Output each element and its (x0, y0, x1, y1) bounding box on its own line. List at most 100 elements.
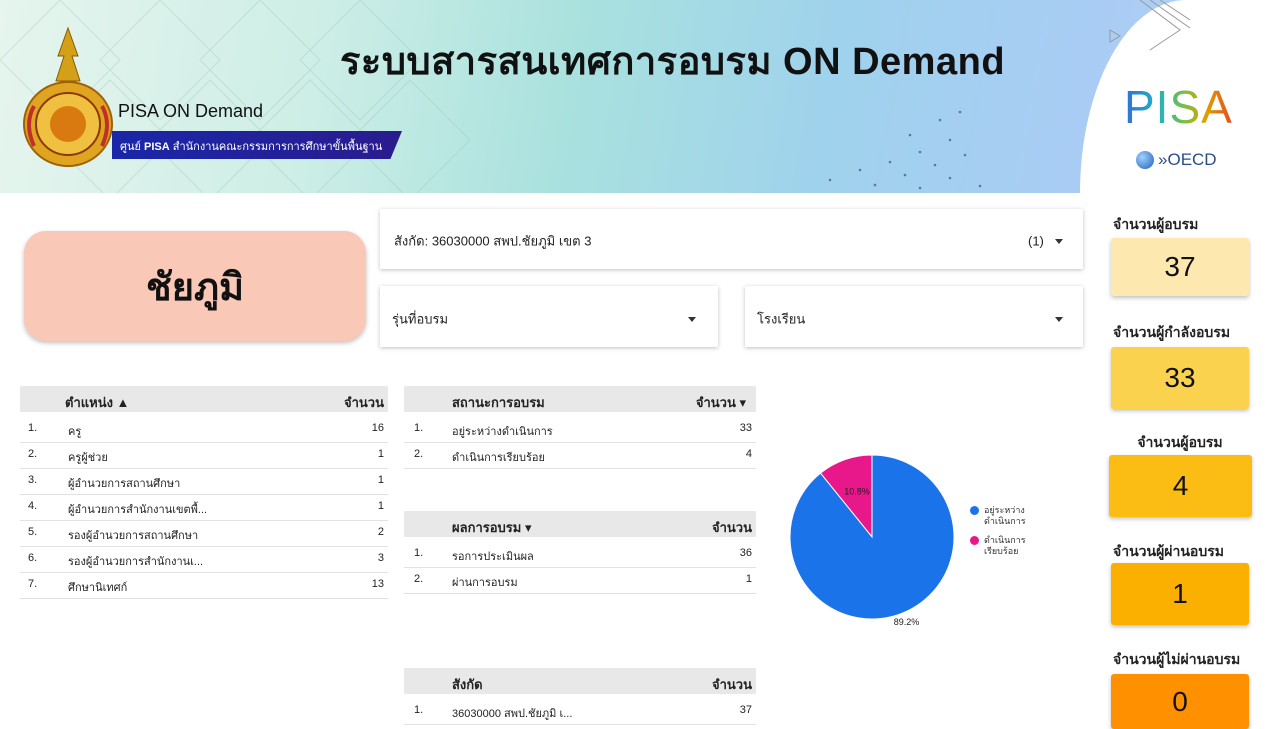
row-label: 36030000 สพป.ชัยภูมิ เ... (452, 708, 573, 720)
row-number: 1. (414, 422, 424, 434)
kpi-label: จำนวนผู้กำลังอบรม (1113, 324, 1231, 340)
legend-item[interactable]: ดำเนินการ เรียบร้อย (970, 535, 1060, 565)
table-row[interactable]: 1. ครู 16 (20, 416, 388, 443)
column-header-count[interactable]: จำนวน (344, 392, 384, 413)
row-label: ครูผู้ช่วย (68, 452, 108, 464)
brand-subtitle-prefix: ศูนย์ (120, 141, 141, 153)
column-header-count[interactable]: จำนวน ▾ (696, 392, 746, 413)
row-count: 1 (377, 474, 384, 486)
row-label: รอการประเมินผล (452, 551, 534, 563)
affiliation-table-header: สังกัด จำนวน (404, 668, 756, 694)
table-row[interactable]: 3. ผู้อำนวยการสถานศึกษา 1 (20, 468, 388, 495)
obec-emblem-logo (23, 26, 113, 167)
row-label: ผู้อำนวยการสำนักงานเขตพื้... (68, 504, 208, 516)
row-count: 1 (377, 448, 384, 460)
school-filter-label: โรงเรียน (757, 311, 806, 327)
row-number: 5. (28, 526, 38, 538)
row-count: 13 (371, 578, 384, 590)
training-status-pie-chart: 10.8% 89.2% (789, 454, 955, 627)
brand-name: PISA ON Demand (118, 101, 264, 121)
legend-label: ดำเนินการ เรียบร้อย (984, 535, 1026, 556)
school-filter[interactable]: โรงเรียน (745, 286, 1083, 347)
row-count: 37 (739, 704, 752, 716)
kpi-value: 33 (1111, 347, 1249, 409)
header-banner: ระบบสารสนเทศการอบรม ON Demand PISA ON De… (0, 0, 1272, 193)
affiliation-filter[interactable]: สังกัด: 36030000 สพป.ชัยภูมิ เขต 3 (1) (380, 209, 1083, 269)
chevron-down-icon (1055, 239, 1063, 244)
province-card: ชัยภูมิ (24, 231, 366, 341)
row-number: 1. (28, 422, 38, 434)
row-number: 2. (414, 448, 424, 460)
oecd-globe-icon (1136, 151, 1154, 169)
row-number: 7. (28, 578, 38, 590)
table-row[interactable]: 7. ศึกษานิเทศก์ 13 (20, 572, 388, 599)
table-row[interactable]: 1. รอการประเมินผล 36 (404, 541, 756, 568)
row-number: 6. (28, 552, 38, 564)
table-row[interactable]: 1. อยู่ระหว่างดำเนินการ 33 (404, 416, 756, 443)
affiliation-filter-count: (1) (1028, 233, 1044, 249)
table-row[interactable]: 5. รองผู้อำนวยการสถานศึกษา 2 (20, 520, 388, 547)
brand-subtitle-rest: สำนักงานคณะกรรมการการศึกษาขั้นพื้นฐาน (172, 141, 383, 153)
column-header-count[interactable]: จำนวน (712, 674, 752, 695)
row-count: 3 (377, 552, 384, 564)
pie-slice-in-progress[interactable] (789, 454, 955, 620)
row-label: ครู (68, 426, 82, 438)
geometric-decoration (1109, 0, 1190, 51)
row-number: 3. (28, 474, 38, 486)
legend-dot (970, 506, 979, 515)
table-row[interactable]: 1. 36030000 สพป.ชัยภูมิ เ... 37 (404, 698, 756, 725)
row-number: 1. (414, 547, 424, 559)
pie-legend: อยู่ระหว่าง ดำเนินการดำเนินการ เรียบร้อย (970, 505, 1060, 565)
row-label: ดำเนินการเรียบร้อย (452, 452, 545, 464)
table-row[interactable]: 2. ดำเนินการเรียบร้อย 4 (404, 442, 756, 469)
chevron-down-icon (688, 317, 696, 322)
column-header-affiliation[interactable]: สังกัด (452, 674, 483, 695)
page-title: ระบบสารสนเทศการอบรม ON Demand (340, 41, 1006, 83)
table-row[interactable]: 2. ผ่านการอบรม 1 (404, 567, 756, 594)
kpi-value: 37 (1111, 238, 1249, 296)
kpi-label: จำนวนผู้ผ่านอบรม (1113, 543, 1224, 559)
legend-item[interactable]: อยู่ระหว่าง ดำเนินการ (970, 505, 1060, 535)
batch-filter[interactable]: รุ่นที่อบรม (380, 286, 718, 347)
column-header-position[interactable]: ตำแหน่ง ▲ (65, 392, 129, 413)
position-table-header: ตำแหน่ง ▲ จำนวน (20, 386, 388, 412)
table-row[interactable]: 2. ครูผู้ช่วย 1 (20, 442, 388, 469)
row-number: 1. (414, 704, 424, 716)
column-header-result[interactable]: ผลการอบรม ▾ (452, 517, 532, 538)
oecd-logo-text: »OECD (1158, 150, 1217, 169)
column-header-count[interactable]: จำนวน (712, 517, 752, 538)
row-label: ผ่านการอบรม (452, 577, 518, 589)
pisa-logo: PISA (1124, 81, 1233, 133)
row-count: 33 (739, 422, 752, 434)
row-label: ผู้อำนวยการสถานศึกษา (68, 478, 181, 490)
row-count: 16 (371, 422, 384, 434)
brand-subtitle: ศูนย์ PISA สำนักงานคณะกรรมการการศึกษาขั้… (120, 137, 382, 155)
kpi-label: จำนวนผู้อบรม (1113, 216, 1199, 232)
dots-decoration (828, 110, 982, 190)
result-table-header: ผลการอบรม ▾ จำนวน (404, 511, 756, 537)
pie-slice-label: 89.2% (894, 617, 920, 627)
row-count: 2 (377, 526, 384, 538)
legend-dot (970, 536, 979, 545)
legend-label: อยู่ระหว่าง ดำเนินการ (984, 505, 1026, 526)
chevron-down-icon (1055, 317, 1063, 322)
status-table-header: สถานะการอบรม จำนวน ▾ (404, 386, 756, 412)
brand-subtitle-bold: PISA (144, 141, 170, 153)
row-count: 1 (745, 573, 752, 585)
row-label: รองผู้อำนวยการสถานศึกษา (68, 530, 199, 542)
row-count: 36 (739, 547, 752, 559)
column-header-status[interactable]: สถานะการอบรม (452, 392, 545, 413)
kpi-value: 4 (1109, 455, 1252, 517)
row-label: รองผู้อำนวยการสำนักงานเ... (68, 556, 204, 568)
affiliation-filter-label: สังกัด: 36030000 สพป.ชัยภูมิ เขต 3 (394, 233, 592, 249)
kpi-label: จำนวนผู้อบรม (1137, 434, 1223, 450)
row-count: 4 (745, 448, 752, 460)
table-row[interactable]: 6. รองผู้อำนวยการสำนักงานเ... 3 (20, 546, 388, 573)
row-label: อยู่ระหว่างดำเนินการ (452, 426, 553, 438)
table-row[interactable]: 4. ผู้อำนวยการสำนักงานเขตพื้... 1 (20, 494, 388, 521)
row-number: 2. (28, 448, 38, 460)
row-number: 2. (414, 573, 424, 585)
kpi-label: จำนวนผู้ไม่ผ่านอบรม (1113, 651, 1241, 667)
batch-filter-label: รุ่นที่อบรม (392, 311, 449, 327)
row-count: 1 (377, 500, 384, 512)
